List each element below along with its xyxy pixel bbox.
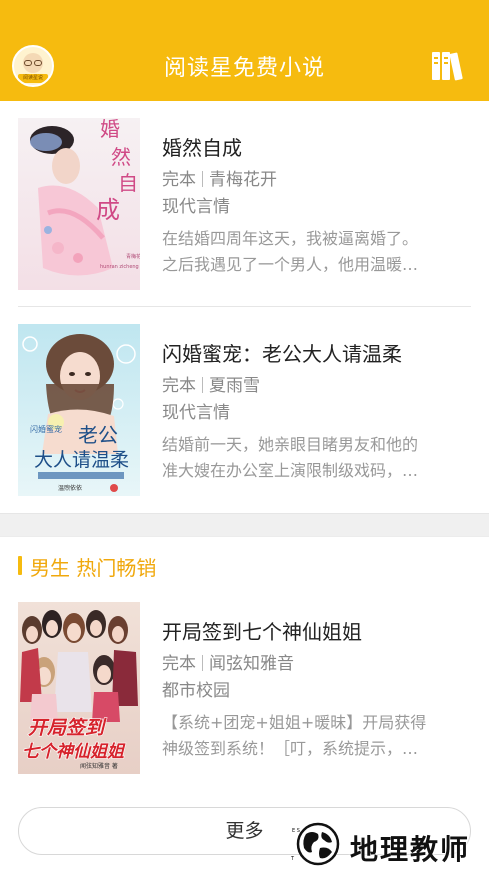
svg-text:E S: E S	[292, 828, 300, 834]
globe-logo-icon: E S T	[290, 822, 340, 866]
meta-separator	[202, 171, 203, 187]
bookshelf-icon[interactable]	[431, 50, 465, 82]
book-item[interactable]: 闪婚蜜宠 老公 大人请温柔 温煦依依 闪婚蜜宠：老公大人请温柔 完本 夏雨雪 现代…	[0, 324, 489, 514]
book-item[interactable]: 开局签到 七个神仙姐姐 闻弦知雅音 著 开局签到七个神仙姐姐 完本 闻弦知雅音 都…	[0, 602, 489, 792]
book-title: 闪婚蜜宠：老公大人请温柔	[162, 342, 402, 366]
book-status: 完本	[162, 654, 196, 674]
book-description-line: 结婚前一天，她亲眼目睹男友和他的	[162, 435, 419, 454]
book-description-line: 准大嫂在办公室上演限制级戏码，…	[162, 461, 419, 480]
cover-title-char-a: 老公	[78, 423, 118, 447]
book-author: 夏雨雪	[209, 376, 260, 396]
book-description: 结婚前一天，她亲眼目睹男友和他的 准大嫂在办公室上演限制级戏码，…	[162, 432, 474, 484]
cover-title-main: 大人请温柔	[34, 449, 129, 471]
book-description: 在结婚四周年这天，我被逼离婚了。 之后我遇见了一个男人，他用温暖…	[162, 226, 474, 278]
cover-pinyin: hunran zicheng	[100, 264, 139, 270]
book-item[interactable]: 婚 然 自 成 青梅花开 著 hunran zicheng 婚然自成 完本青梅花…	[0, 118, 489, 308]
cover-title-top: 闪婚蜜宠	[30, 424, 62, 434]
book-title: 开局签到七个神仙姐姐	[162, 620, 362, 644]
cover-title-char-4: 成	[96, 196, 120, 224]
book-title: 婚然自成	[162, 136, 242, 160]
book-genre: 都市校园	[162, 681, 230, 701]
book-description-line: 【系统+团宠+姐姐+暖昧】开局获得	[162, 713, 427, 732]
book-cover: 闪婚蜜宠 老公 大人请温柔 温煦依依	[18, 324, 140, 496]
cover-author: 温煦依依	[58, 484, 82, 492]
meta-separator	[202, 655, 203, 671]
book-description-line: 在结婚四周年这天，我被逼离婚了。	[162, 229, 419, 248]
book-meta: 完本 夏雨雪	[162, 371, 260, 396]
book-genre: 现代言情	[162, 403, 230, 423]
book-meta: 完本 闻弦知雅音	[162, 649, 294, 674]
list-divider	[18, 306, 471, 307]
section-accent-bar	[18, 556, 22, 575]
book-description-line: 之后我遇见了一个男人，他用温暖…	[162, 255, 419, 274]
cover-title-char-3: 自	[118, 171, 138, 195]
cover-title-line1: 开局签到	[28, 717, 107, 739]
book-author: 闻弦知雅音	[209, 654, 294, 674]
book-status: 完本	[162, 170, 196, 190]
watermark: E S T 地理教师	[290, 820, 485, 868]
cover-title-line2: 七个神仙姐姐	[22, 742, 126, 762]
book-description: 【系统+团宠+姐姐+暖昧】开局获得 神级签到系统！［叮，系统提示，…	[162, 710, 474, 762]
book-cover: 开局签到 七个神仙姐姐 闻弦知雅音 著	[18, 602, 140, 774]
app-title: 阅读星免费小说	[163, 56, 325, 81]
book-description-line: 神级签到系统！［叮，系统提示，…	[162, 739, 419, 758]
cover-author: 青梅花开 著	[126, 253, 140, 260]
section-separator	[0, 513, 489, 537]
cover-title-char-1: 婚	[100, 118, 120, 141]
section-title: 男生 热门畅销	[30, 556, 157, 580]
cover-title-char-2: 然	[111, 145, 131, 169]
book-cover: 婚 然 自 成 青梅花开 著 hunran zicheng	[18, 118, 140, 290]
top-bar: 阅读星说 阅读星免费小说	[0, 0, 489, 101]
svg-text:T: T	[290, 856, 295, 862]
watermark-text: 地理教师	[350, 833, 471, 866]
book-meta: 完本 青梅花开	[162, 165, 277, 190]
book-author: 青梅花开	[209, 170, 277, 190]
book-status: 完本	[162, 376, 196, 396]
meta-separator	[202, 377, 203, 393]
cover-author: 闻弦知雅音 著	[80, 762, 118, 770]
book-genre: 现代言情	[162, 197, 230, 217]
